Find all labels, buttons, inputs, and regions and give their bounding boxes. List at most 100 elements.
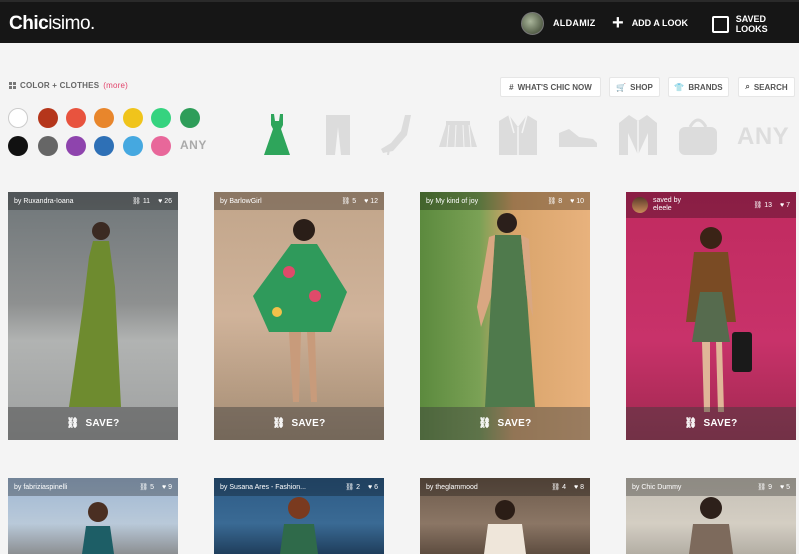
like-count: ♥ 7 xyxy=(779,201,790,209)
look-photo xyxy=(63,217,123,417)
card-meta: by BarlowGirl ⛓ 5 ♥ 12 xyxy=(214,192,384,210)
look-card[interactable]: saved by eleele ⛓ 13 ♥ 7 ⛓ SAVE? xyxy=(626,192,796,440)
heel-icon[interactable] xyxy=(377,113,419,157)
look-card[interactable]: by Chic Dummy ⛓ 9 ♥ 5 xyxy=(626,478,796,554)
look-photo xyxy=(78,498,118,554)
like-count: ♥ 6 xyxy=(367,483,378,491)
author[interactable]: by My kind of joy xyxy=(426,198,478,205)
saved-looks-button[interactable]: SAVED LOOKS xyxy=(712,14,799,34)
cart-icon: 🛒 xyxy=(616,82,627,92)
look-card[interactable]: by fabriziaspinelli ⛓ 5 ♥ 9 xyxy=(8,478,178,554)
color-swatch-brown[interactable] xyxy=(38,108,58,128)
saved-looks-label: SAVED LOOKS xyxy=(735,14,768,34)
card-meta: by fabriziaspinelli ⛓ 5 ♥ 9 xyxy=(8,478,178,496)
top-bar: Chicisimo. ALDAMIZ + ADD A LOOK SAVED LO… xyxy=(0,0,799,43)
shirt-icon: 👕 xyxy=(674,82,685,92)
card-meta: saved by eleele ⛓ 13 ♥ 7 xyxy=(626,192,796,218)
link-count: ⛓ 13 xyxy=(753,202,772,209)
link-icon: ⛓ xyxy=(684,418,698,429)
color-swatch-light-green[interactable] xyxy=(151,108,171,128)
like-count: ♥ 10 xyxy=(570,197,584,205)
look-photo xyxy=(249,212,349,422)
look-card[interactable]: by Susana Ares - Fashion... ⛓ 2 ♥ 6 xyxy=(214,478,384,554)
author[interactable]: by Ruxandra-Ioana xyxy=(14,198,74,205)
color-swatch-black[interactable] xyxy=(8,136,28,156)
save-button[interactable]: ⛓ SAVE? xyxy=(626,407,796,440)
look-photo xyxy=(666,222,756,422)
color-swatch-pink[interactable] xyxy=(151,136,171,156)
jacket-icon[interactable] xyxy=(617,113,659,157)
sneaker-icon[interactable] xyxy=(557,113,599,157)
color-swatch-yellow[interactable] xyxy=(123,108,143,128)
look-photo xyxy=(274,494,324,554)
link-count: ⛓ 9 xyxy=(757,484,772,491)
add-look-label: ADD A LOOK xyxy=(631,18,689,28)
whats-chic-now-button[interactable]: # WHAT'S CHIC NOW xyxy=(500,77,601,97)
search-button[interactable]: ⌕ SEARCH xyxy=(738,77,795,97)
avatar[interactable] xyxy=(521,12,544,35)
link-count: ⛓ 2 xyxy=(345,484,360,491)
color-swatch-purple[interactable] xyxy=(66,136,86,156)
link-count: ⛓ 5 xyxy=(341,198,357,205)
look-photo xyxy=(681,492,741,554)
like-count: ♥ 5 xyxy=(779,483,790,491)
suit-icon[interactable] xyxy=(497,113,539,157)
look-card[interactable]: by My kind of joy ⛓ 8 ♥ 10 ⛓ SAVE? xyxy=(420,192,590,440)
color-swatch-light-blue[interactable] xyxy=(123,136,143,156)
color-swatch-red[interactable] xyxy=(66,108,86,128)
color-swatch-orange[interactable] xyxy=(94,108,114,128)
any-clothes-option[interactable]: ANY xyxy=(737,123,789,151)
any-color-option[interactable]: ANY xyxy=(180,138,207,152)
link-count: ⛓ 4 xyxy=(551,484,566,491)
saved-looks-icon xyxy=(712,15,729,33)
shop-button[interactable]: 🛒 SHOP xyxy=(609,77,660,97)
like-count: ♥ 26 xyxy=(158,197,172,205)
grid-icon xyxy=(9,82,16,89)
link-count: ⛓ 8 xyxy=(547,198,563,205)
look-card[interactable]: by Ruxandra-Ioana ⛓ 11 ♥ 26 ⛓ SAVE? xyxy=(8,192,178,440)
username[interactable]: ALDAMIZ xyxy=(553,18,596,28)
author[interactable]: by theglammood xyxy=(426,484,478,491)
card-meta: by Chic Dummy ⛓ 9 ♥ 5 xyxy=(626,478,796,496)
dress-icon[interactable] xyxy=(262,113,292,157)
color-swatch-green[interactable] xyxy=(180,108,200,128)
look-photo xyxy=(465,207,545,427)
pants-icon[interactable] xyxy=(324,113,352,157)
look-photo xyxy=(480,496,530,554)
like-count: ♥ 8 xyxy=(573,483,584,491)
link-icon: ⛓ xyxy=(478,418,492,429)
search-icon: ⌕ xyxy=(745,82,750,91)
color-swatch-blue[interactable] xyxy=(94,136,114,156)
card-meta: by Susana Ares - Fashion... ⛓ 2 ♥ 6 xyxy=(214,478,384,496)
like-count: ♥ 9 xyxy=(161,483,172,491)
plus-icon: + xyxy=(612,12,624,34)
skirt-icon[interactable] xyxy=(437,113,479,157)
author[interactable]: by BarlowGirl xyxy=(220,198,262,205)
author[interactable]: by fabriziaspinelli xyxy=(14,484,67,491)
look-card[interactable]: by BarlowGirl ⛓ 5 ♥ 12 ⛓ SAVE? xyxy=(214,192,384,440)
brands-button[interactable]: 👕 BRANDS xyxy=(668,77,729,97)
save-button[interactable]: ⛓ SAVE? xyxy=(8,407,178,440)
link-icon: ⛓ xyxy=(272,418,286,429)
bag-icon[interactable] xyxy=(677,113,719,157)
link-icon: ⛓ xyxy=(66,418,80,429)
author[interactable]: by Susana Ares - Fashion... xyxy=(220,484,306,491)
author[interactable]: by Chic Dummy xyxy=(632,484,681,491)
look-card[interactable]: by theglammood ⛓ 4 ♥ 8 xyxy=(420,478,590,554)
color-swatch-gray[interactable] xyxy=(38,136,58,156)
save-button[interactable]: ⛓ SAVE? xyxy=(420,407,590,440)
logo[interactable]: Chicisimo. xyxy=(9,13,95,35)
like-count: ♥ 12 xyxy=(364,197,378,205)
saved-by[interactable]: saved by eleele xyxy=(632,197,681,213)
card-meta: by My kind of joy ⛓ 8 ♥ 10 xyxy=(420,192,590,210)
color-swatch-white[interactable] xyxy=(8,108,28,128)
link-count: ⛓ 5 xyxy=(139,484,154,491)
card-meta: by theglammood ⛓ 4 ♥ 8 xyxy=(420,478,590,496)
save-button[interactable]: ⛓ SAVE? xyxy=(214,407,384,440)
hash-icon: # xyxy=(509,82,514,92)
card-meta: by Ruxandra-Ioana ⛓ 11 ♥ 26 xyxy=(8,192,178,210)
link-count: ⛓ 11 xyxy=(131,198,151,205)
saved-by-avatar xyxy=(632,197,648,213)
more-link[interactable]: (more) xyxy=(103,81,128,90)
add-look-button[interactable]: + ADD A LOOK xyxy=(612,13,688,33)
